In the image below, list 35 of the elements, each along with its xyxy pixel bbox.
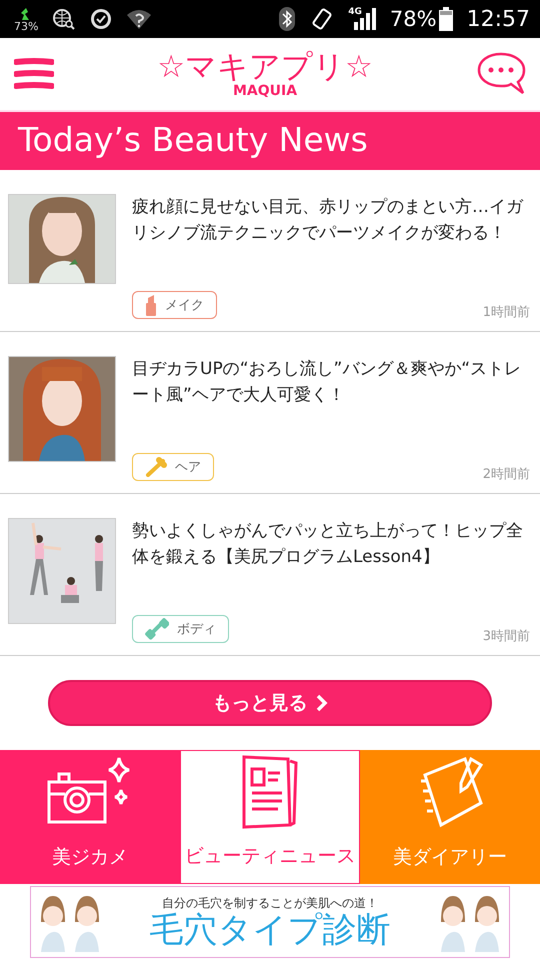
category-tag[interactable]: メイク (132, 291, 217, 319)
chevron-right-icon (316, 694, 328, 712)
menu-icon (14, 58, 54, 90)
bluetooth-icon (278, 6, 296, 32)
nav-tile[interactable]: 美ジカメ (0, 750, 180, 884)
nav-tile[interactable]: ビューティニュース (180, 750, 360, 884)
news-headline[interactable]: 目ヂカラUPの“おろし流し”バング＆爽やか“ストレート風”ヘアで大人可愛く！ (132, 356, 530, 453)
battery-percent-text: 78% (390, 7, 437, 31)
post-time: 3時間前 (482, 628, 530, 645)
more-button[interactable]: もっと見る (48, 680, 492, 726)
brand-name: MAQUIA (232, 84, 298, 98)
post-time: 2時間前 (482, 466, 530, 483)
battery-icon (438, 7, 453, 31)
promo-banner[interactable]: 自分の毛穴を制することが美肌への道！ 毛穴タイプ診断 (30, 886, 510, 958)
post-time: 1時間前 (482, 304, 530, 321)
phone-rotate-icon (310, 7, 334, 31)
app-logo: ☆マキアプリ☆ (157, 50, 373, 84)
data-usage-text: 73% (14, 20, 38, 32)
news-headline[interactable]: 勢いよくしゃがんでパッと立ち上がって！ヒップ全体を鍛える【美尻プログラムLesson4】 (132, 518, 530, 615)
banner-title: 毛穴タイプ診断 (150, 912, 390, 950)
category-tag[interactable]: ボディ (132, 615, 229, 643)
speech-bubble-icon (476, 51, 526, 97)
section-title: Today’s Beauty News (18, 119, 369, 161)
wifi-unknown-icon (126, 9, 152, 29)
check-circle-icon (90, 8, 112, 30)
clock-text: 12:57 (466, 6, 530, 32)
news-headline[interactable]: 疲れ顔に見せない目元、赤リップのまとい方…イガリシノブ流テクニックでパーツメイクが変わる！ (132, 194, 530, 291)
menu-button[interactable] (14, 58, 54, 90)
banner-tagline: 自分の毛穴を制することが美肌への道！ (162, 894, 378, 912)
network-type-text: 4G (348, 7, 362, 17)
lipstick-icon (145, 294, 157, 316)
chat-button[interactable] (476, 51, 526, 97)
dumbbell-icon (145, 618, 169, 640)
globe-search-icon (52, 8, 76, 30)
category-tag[interactable]: ヘア (132, 453, 214, 481)
